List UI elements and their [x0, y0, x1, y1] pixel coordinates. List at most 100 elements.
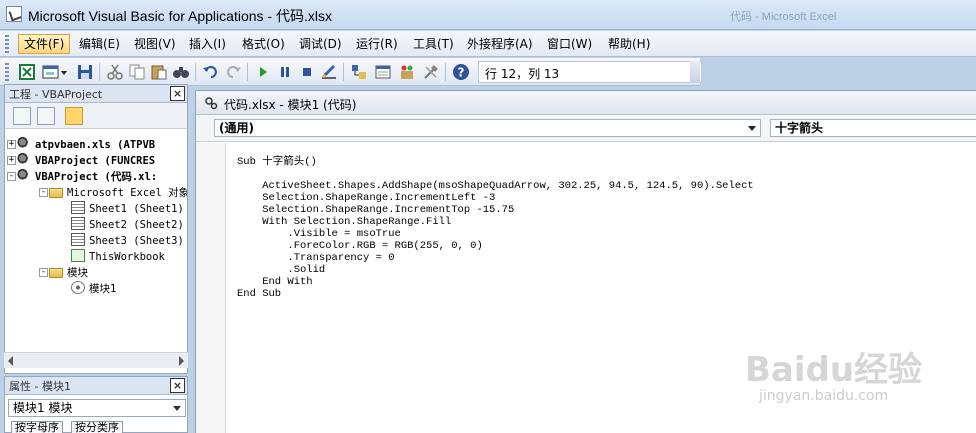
procedure-combo[interactable]: 十字箭头 — [770, 119, 976, 137]
tree-item-label: Microsoft Excel 对象 — [67, 187, 187, 199]
menubar-grip[interactable] — [5, 35, 9, 53]
menu-addins[interactable]: 外接程序(A) — [462, 34, 538, 54]
tree-item-sheet3[interactable]: Sheet3 (Sheet3) — [71, 233, 184, 249]
tree-item-label: ThisWorkbook — [89, 251, 165, 263]
vba-app-icon[interactable] — [6, 6, 22, 22]
chevron-down-icon — [173, 406, 181, 411]
collapse-icon[interactable]: - — [39, 188, 48, 197]
tree-item-label: Sheet2 (Sheet2) — [89, 219, 184, 231]
toolbar-separator — [445, 63, 446, 81]
collapse-icon[interactable]: - — [39, 268, 48, 277]
code-window-title-bar: 代码.xlsx - 模块1 (代码) — [196, 91, 976, 115]
menu-edit[interactable]: 编辑(E) — [74, 34, 125, 54]
project-tree: + atpvbaen.xls (ATPVB + VBAProject (FUNC… — [5, 129, 187, 373]
break-icon[interactable] — [276, 63, 294, 81]
tree-item-label: 模块 — [67, 267, 88, 279]
properties-window-icon[interactable] — [374, 63, 392, 81]
view-code-icon[interactable] — [13, 107, 31, 125]
code-line: Selection.ShapeRange.IncrementLeft -3 — [237, 192, 496, 204]
margin-indicator-bar[interactable] — [196, 143, 226, 433]
copy-icon[interactable] — [128, 63, 146, 81]
tree-item-thisworkbook[interactable]: ThisWorkbook — [71, 249, 165, 265]
properties-title: 属性 - 模块1 — [9, 380, 71, 393]
object-combo[interactable]: (通用) — [214, 119, 761, 137]
collapse-icon[interactable]: - — [7, 172, 16, 181]
vbaproject-icon — [17, 137, 31, 150]
project-explorer-header: 工程 - VBAProject × — [5, 85, 187, 103]
tree-item-label: Sheet1 (Sheet1) — [89, 203, 184, 215]
code-window-icon — [205, 97, 218, 110]
tree-item-sheet1[interactable]: Sheet1 (Sheet1) — [71, 201, 184, 217]
properties-object-select[interactable]: 模块1 模块 — [8, 399, 186, 417]
folder-icon — [49, 268, 63, 278]
menu-run[interactable]: 运行(R) — [351, 34, 403, 54]
tree-item-code-project[interactable]: - VBAProject (代码.xl: — [7, 169, 157, 185]
code-combo-bar: (通用) 十字箭头 — [196, 116, 976, 142]
window-title: Microsoft Visual Basic for Applications … — [28, 8, 332, 24]
design-mode-icon[interactable] — [320, 63, 338, 81]
properties-close-button[interactable]: × — [170, 378, 185, 393]
procedure-combo-value: 十字箭头 — [775, 121, 824, 135]
expand-icon[interactable]: + — [7, 140, 16, 149]
menu-debug[interactable]: 调试(D) — [294, 34, 347, 54]
scroll-right-icon[interactable] — [179, 356, 184, 366]
toggle-folders-icon[interactable] — [65, 107, 83, 125]
insert-dropdown-icon[interactable] — [60, 63, 68, 81]
menu-insert[interactable]: 插入(I) — [184, 34, 231, 54]
menu-bar: 文件(F) 编辑(E) 视图(V) 插入(I) 格式(O) 调试(D) 运行(R… — [0, 31, 976, 57]
expand-icon[interactable]: + — [7, 156, 16, 165]
paste-icon[interactable] — [150, 63, 168, 81]
menu-tools[interactable]: 工具(T) — [408, 34, 459, 54]
tab-categorized[interactable]: 按分类序 — [71, 421, 123, 433]
background-window-title: 代码 - Microsoft Excel — [730, 11, 837, 23]
folder-icon — [49, 188, 63, 198]
menu-window[interactable]: 窗口(W) — [542, 34, 597, 54]
toolbar-grip[interactable] — [5, 63, 9, 81]
chevron-down-icon — [748, 126, 756, 131]
code-line: .ForeColor.RGB = RGB(255, 0, 0) — [237, 240, 483, 252]
help-icon[interactable]: ? — [452, 63, 470, 81]
view-object-icon[interactable] — [37, 107, 55, 125]
reset-icon[interactable] — [298, 63, 316, 81]
save-icon[interactable] — [76, 63, 94, 81]
insert-userform-icon[interactable] — [42, 63, 60, 81]
tree-item-excel-objects[interactable]: - Microsoft Excel 对象 — [39, 185, 187, 201]
cursor-position-indicator: 行 12，列 13 — [478, 61, 702, 83]
code-line: .Transparency = 0 — [237, 252, 395, 264]
code-window-title: 代码.xlsx - 模块1 (代码) — [224, 98, 357, 112]
undo-icon[interactable] — [202, 63, 220, 81]
properties-header: 属性 - 模块1 × — [5, 377, 187, 395]
project-explorer-title: 工程 - VBAProject — [9, 88, 103, 101]
menu-file[interactable]: 文件(F) — [18, 34, 71, 54]
tree-item-funcres[interactable]: + VBAProject (FUNCRES — [7, 153, 155, 169]
run-icon[interactable] — [254, 63, 272, 81]
menu-view[interactable]: 视图(V) — [129, 34, 181, 54]
tree-item-label: 模块1 — [89, 283, 117, 295]
scroll-left-icon[interactable] — [8, 356, 13, 366]
standard-toolbar: ? 行 12，列 13 — [0, 58, 702, 86]
watermark-url: jingyan.baidu.com — [759, 388, 889, 404]
object-browser-icon[interactable] — [398, 63, 416, 81]
project-tree-horizontal-scrollbar[interactable] — [4, 352, 188, 368]
properties-selected-object: 模块1 模块 — [13, 401, 73, 415]
find-icon[interactable] — [172, 63, 190, 81]
project-explorer-close-button[interactable]: × — [170, 86, 185, 101]
project-explorer-icon[interactable] — [350, 63, 368, 81]
tree-item-atpvbaen[interactable]: + atpvbaen.xls (ATPVB — [7, 137, 155, 153]
tab-alphabetic[interactable]: 按字母序 — [11, 421, 63, 433]
tree-item-module1[interactable]: 模块1 — [71, 281, 116, 297]
tree-item-sheet2[interactable]: Sheet2 (Sheet2) — [71, 217, 184, 233]
cut-icon[interactable] — [106, 63, 124, 81]
redo-icon[interactable] — [224, 63, 242, 81]
watermark-brand: Baidu经验 — [745, 350, 923, 390]
toolbar-separator — [99, 63, 100, 81]
menu-format[interactable]: 格式(O) — [237, 34, 290, 54]
tree-item-modules-folder[interactable]: - 模块 — [39, 265, 88, 281]
worksheet-icon — [71, 217, 85, 230]
toolbox-icon[interactable] — [422, 63, 440, 81]
toolbar-separator — [195, 63, 196, 81]
menu-help[interactable]: 帮助(H) — [603, 34, 655, 54]
view-excel-icon[interactable] — [18, 63, 36, 81]
module-icon — [71, 281, 85, 294]
toolbar-options-icon[interactable] — [690, 61, 700, 83]
